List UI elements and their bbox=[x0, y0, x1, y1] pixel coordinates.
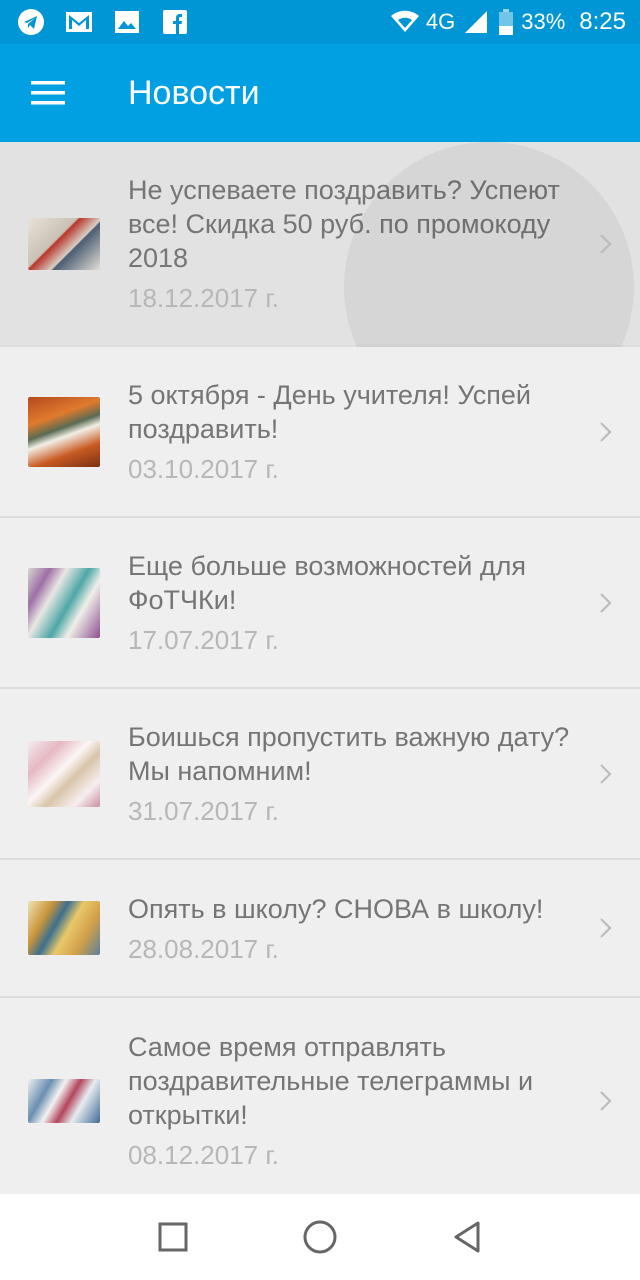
facebook-icon bbox=[160, 7, 190, 37]
news-item[interactable]: Еще больше возможностей для ФоТЧКи! 17.0… bbox=[0, 518, 640, 689]
gmail-icon bbox=[64, 7, 94, 37]
hamburger-menu-icon[interactable] bbox=[0, 44, 96, 142]
news-date: 28.08.2017 г. bbox=[128, 933, 279, 964]
news-thumbnail bbox=[28, 567, 100, 638]
chevron-right-icon bbox=[600, 592, 612, 613]
chevron-right-icon bbox=[600, 1090, 612, 1111]
chevron-right-icon bbox=[600, 233, 612, 254]
news-thumbnail bbox=[28, 1078, 100, 1123]
image-icon bbox=[112, 7, 142, 37]
news-date: 17.07.2017 г. bbox=[128, 625, 279, 655]
system-nav-bar bbox=[0, 1194, 640, 1280]
recent-apps-icon[interactable] bbox=[153, 1217, 193, 1257]
app-bar: Новости bbox=[0, 44, 640, 142]
clock-label: 8:25 bbox=[579, 8, 626, 35]
news-item[interactable]: 5 октября - День учителя! Успей поздрави… bbox=[0, 347, 640, 518]
wifi-icon bbox=[390, 7, 420, 37]
news-title: 5 октября - День учителя! Успей поздрави… bbox=[128, 380, 531, 444]
news-date: 18.12.2017 г. bbox=[128, 283, 279, 313]
news-title: Не успеваете поздравить? Успеют все! Ски… bbox=[128, 175, 560, 273]
battery-percent-label: 33% bbox=[521, 9, 566, 34]
back-icon[interactable] bbox=[447, 1217, 487, 1257]
news-item[interactable]: Самое время отправлять поздравительные т… bbox=[0, 998, 640, 1194]
news-thumbnail bbox=[28, 217, 100, 270]
news-item[interactable]: Не успеваете поздравить? Успеют все! Ски… bbox=[0, 142, 640, 432]
chevron-right-icon bbox=[600, 918, 612, 938]
news-date: 08.12.2017 г. bbox=[128, 1140, 279, 1170]
news-title: Еще больше возможностей для ФоТЧКи! bbox=[128, 551, 527, 615]
news-title: Боишься пропустить важную дату? Мы напом… bbox=[128, 722, 570, 786]
news-thumbnail bbox=[28, 901, 100, 955]
news-item[interactable]: Боишься пропустить важную дату? Мы напом… bbox=[0, 689, 640, 860]
telegram-icon bbox=[16, 7, 46, 37]
page-title: Новости bbox=[128, 73, 260, 112]
news-title: Опять в школу? СНОВА в школу! bbox=[128, 893, 544, 924]
battery-icon bbox=[497, 7, 515, 37]
network-type-label: 4G bbox=[425, 9, 456, 34]
news-title: Самое время отправлять поздравительные т… bbox=[128, 1032, 534, 1130]
news-thumbnail bbox=[28, 396, 100, 467]
signal-icon bbox=[461, 7, 491, 37]
chevron-right-icon bbox=[600, 763, 612, 784]
news-date: 31.07.2017 г. bbox=[128, 796, 279, 826]
status-bar: 4G 33% 8:25 bbox=[0, 0, 640, 44]
news-date: 03.10.2017 г. bbox=[128, 454, 279, 484]
chevron-right-icon bbox=[600, 421, 612, 442]
home-icon[interactable] bbox=[300, 1217, 340, 1257]
news-item[interactable]: Опять в школу? СНОВА в школу! 28.08.2017… bbox=[0, 860, 640, 998]
news-thumbnail bbox=[28, 740, 100, 807]
news-list: Не успеваете поздравить? Успеют все! Ски… bbox=[0, 142, 640, 1194]
